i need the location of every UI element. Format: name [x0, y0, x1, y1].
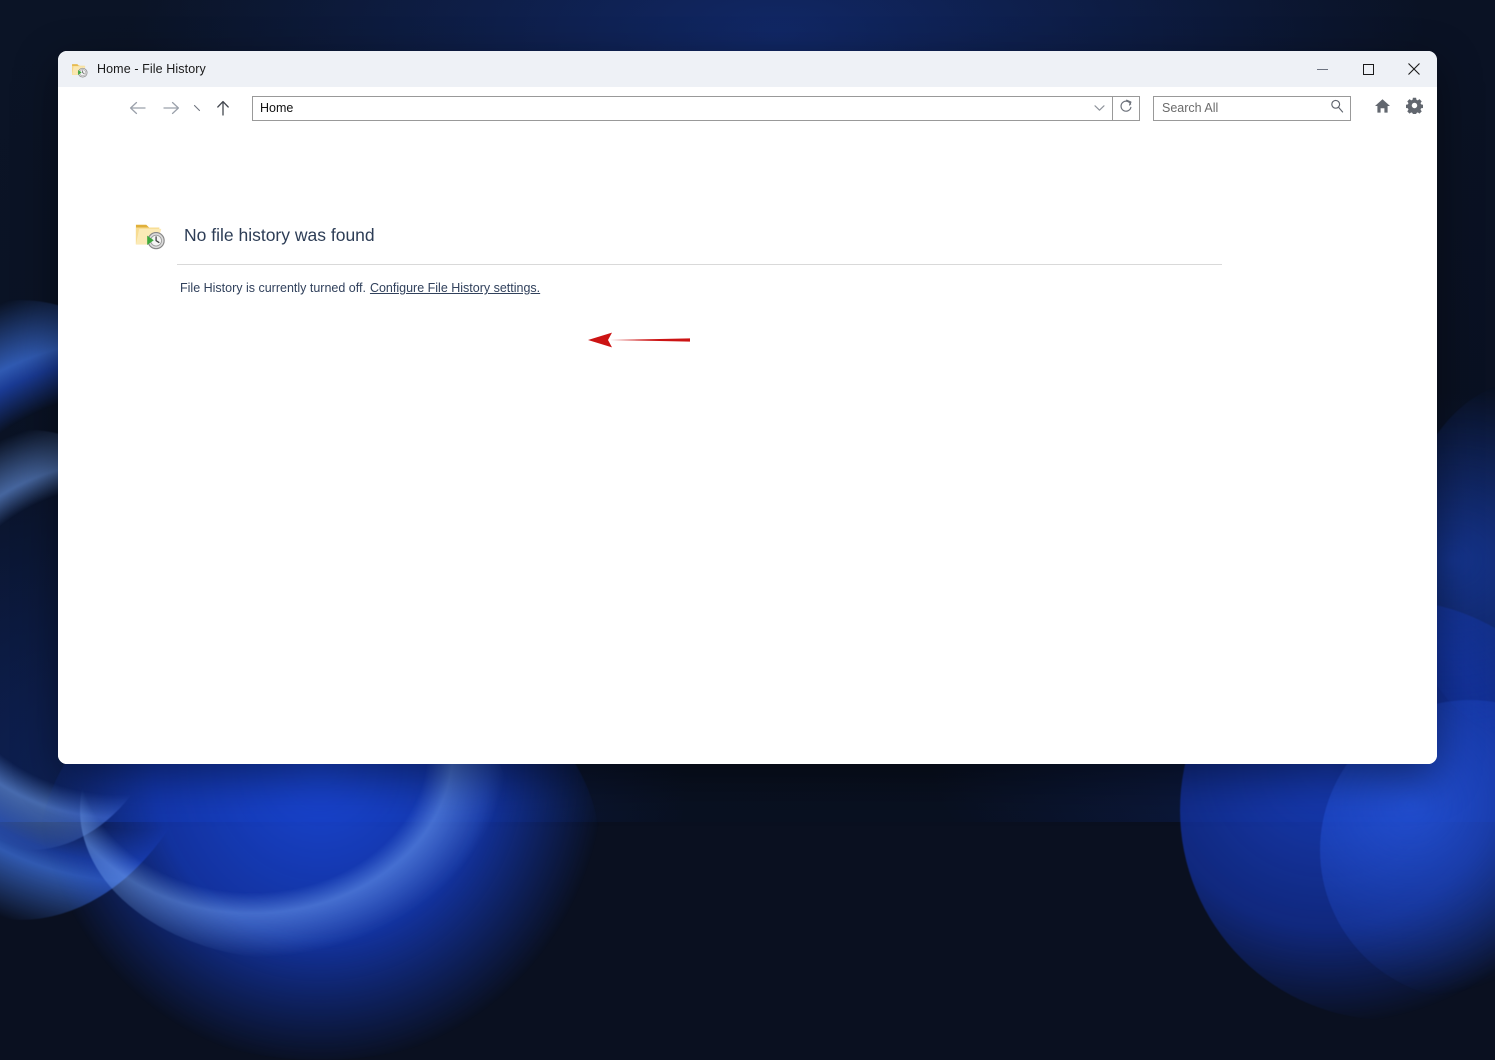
refresh-icon — [1119, 99, 1133, 118]
maximize-button[interactable] — [1345, 51, 1391, 87]
home-icon — [1374, 98, 1391, 119]
configure-file-history-link[interactable]: Configure File History settings. — [370, 281, 540, 295]
arrow-right-icon — [162, 101, 180, 115]
search-button[interactable] — [1324, 97, 1350, 120]
address-input[interactable]: Home — [253, 101, 1086, 115]
arrow-up-icon — [216, 100, 230, 116]
close-button[interactable] — [1391, 51, 1437, 87]
search-input[interactable]: Search All — [1154, 101, 1324, 115]
window-controls — [1299, 51, 1437, 87]
window-titlebar[interactable]: Home - File History — [58, 51, 1437, 87]
header-divider — [177, 264, 1222, 265]
settings-button[interactable] — [1401, 95, 1427, 121]
chevron-down-icon — [1093, 99, 1105, 117]
file-history-window: Home - File History Home Search All No f… — [58, 51, 1437, 764]
address-dropdown-button[interactable] — [1086, 97, 1112, 120]
search-icon — [1330, 99, 1344, 118]
status-row: File History is currently turned off. Con… — [180, 281, 540, 295]
window-title: Home - File History — [97, 62, 206, 76]
recent-locations-button[interactable] — [189, 94, 207, 122]
navigation-toolbar: Home Search All — [58, 87, 1437, 129]
chevron-recent-icon — [193, 103, 203, 113]
gear-icon — [1405, 97, 1423, 119]
status-text: File History is currently turned off. — [180, 281, 366, 295]
content-header: No file history was found — [135, 220, 375, 250]
refresh-button[interactable] — [1113, 95, 1140, 121]
page-title: No file history was found — [184, 224, 375, 245]
up-button[interactable] — [209, 94, 237, 122]
folder-history-icon — [135, 220, 165, 250]
minimize-button[interactable] — [1299, 51, 1345, 87]
forward-button[interactable] — [157, 94, 185, 122]
back-button[interactable] — [123, 94, 151, 122]
address-bar[interactable]: Home — [252, 95, 1113, 121]
arrow-left-icon — [129, 101, 146, 115]
home-button[interactable] — [1369, 95, 1395, 121]
search-box[interactable]: Search All — [1153, 95, 1351, 121]
red-left-arrow-annotation — [586, 332, 690, 348]
content-area: No file history was found File History i… — [58, 129, 1437, 764]
folder-history-icon — [71, 61, 88, 78]
